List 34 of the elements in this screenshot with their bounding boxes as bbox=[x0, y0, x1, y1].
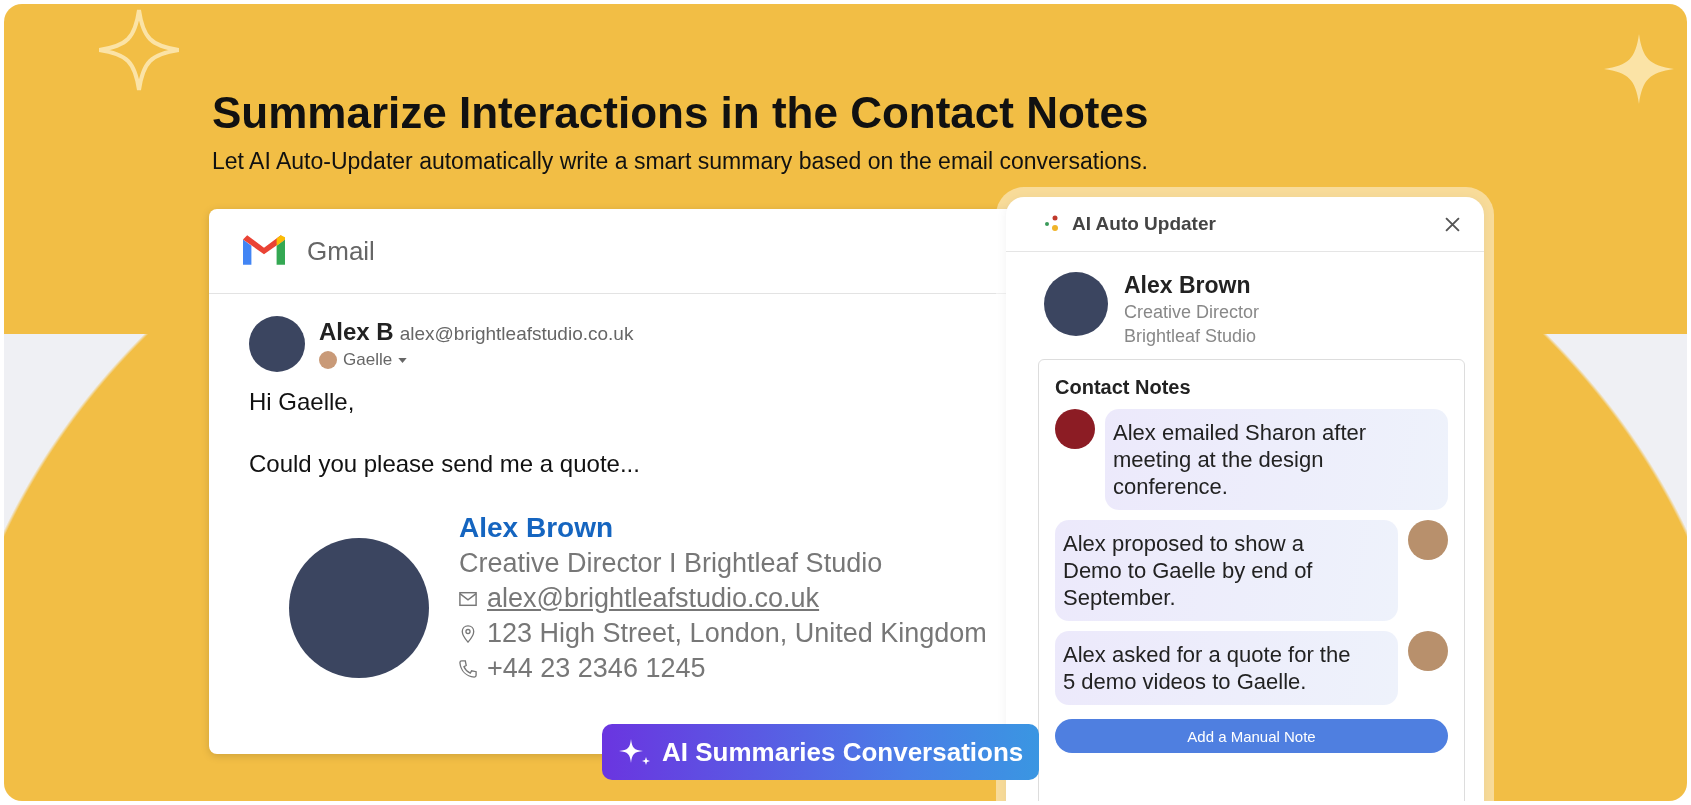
sender-email: alex@brightleafstudio.co.uk bbox=[399, 323, 634, 345]
app-logo-icon bbox=[1044, 214, 1060, 234]
phone-icon bbox=[459, 659, 477, 678]
signature-address: 123 High Street, London, United Kingdom bbox=[487, 618, 987, 649]
email-body: Could you please send me a quote... bbox=[249, 450, 641, 478]
banner-subtitle: Let AI Auto-Updater automatically write a smart summary based on the email conversations. bbox=[212, 148, 1149, 175]
avatar-placeholder bbox=[1408, 631, 1448, 671]
gmail-logo-icon bbox=[243, 235, 285, 267]
note-bubble: Alex proposed to show a Demo to Gaelle by end of September. bbox=[1055, 520, 1398, 621]
note-bubble: Alex emailed Sharon after meeting at the design conference. bbox=[1105, 409, 1448, 510]
badge-label: AI Summaries Conversations bbox=[662, 736, 1024, 768]
location-pin-icon bbox=[459, 624, 477, 643]
panel-title: AI Auto Updater bbox=[1072, 213, 1217, 235]
email-greeting: Hi Gaelle, bbox=[249, 388, 356, 416]
avatar-placeholder bbox=[249, 316, 305, 372]
signature-title: Creative Director I Brightleaf Studio bbox=[459, 548, 884, 579]
app-name: Gmail bbox=[307, 235, 375, 267]
signature-name: Alex Brown bbox=[459, 512, 615, 544]
avatar-placeholder bbox=[1408, 520, 1448, 560]
close-icon[interactable] bbox=[1445, 216, 1460, 232]
avatar-placeholder bbox=[1055, 409, 1095, 449]
banner-title: Summarize Interactions in the Contact Notes bbox=[212, 88, 1150, 138]
contact-role: Creative Director bbox=[1124, 302, 1260, 323]
mail-icon bbox=[459, 589, 477, 608]
notes-title: Contact Notes bbox=[1055, 376, 1192, 399]
signature-phone: +44 23 2346 1245 bbox=[487, 653, 706, 684]
sender-name: Alex B bbox=[319, 318, 394, 346]
signature-email-link[interactable]: alex@brightleafstudio.co.uk bbox=[487, 583, 820, 614]
note-bubble: Alex asked for a quote for the 5 demo videos to Gaelle. bbox=[1055, 631, 1398, 705]
add-note-button[interactable]: Add a Manual Note bbox=[1055, 719, 1448, 753]
caret-icon bbox=[398, 357, 408, 363]
recipient-dropdown[interactable]: Gaelle bbox=[319, 350, 634, 370]
contact-company: Brightleaf Studio bbox=[1124, 326, 1258, 347]
contact-name: Alex Brown bbox=[1124, 272, 1252, 299]
